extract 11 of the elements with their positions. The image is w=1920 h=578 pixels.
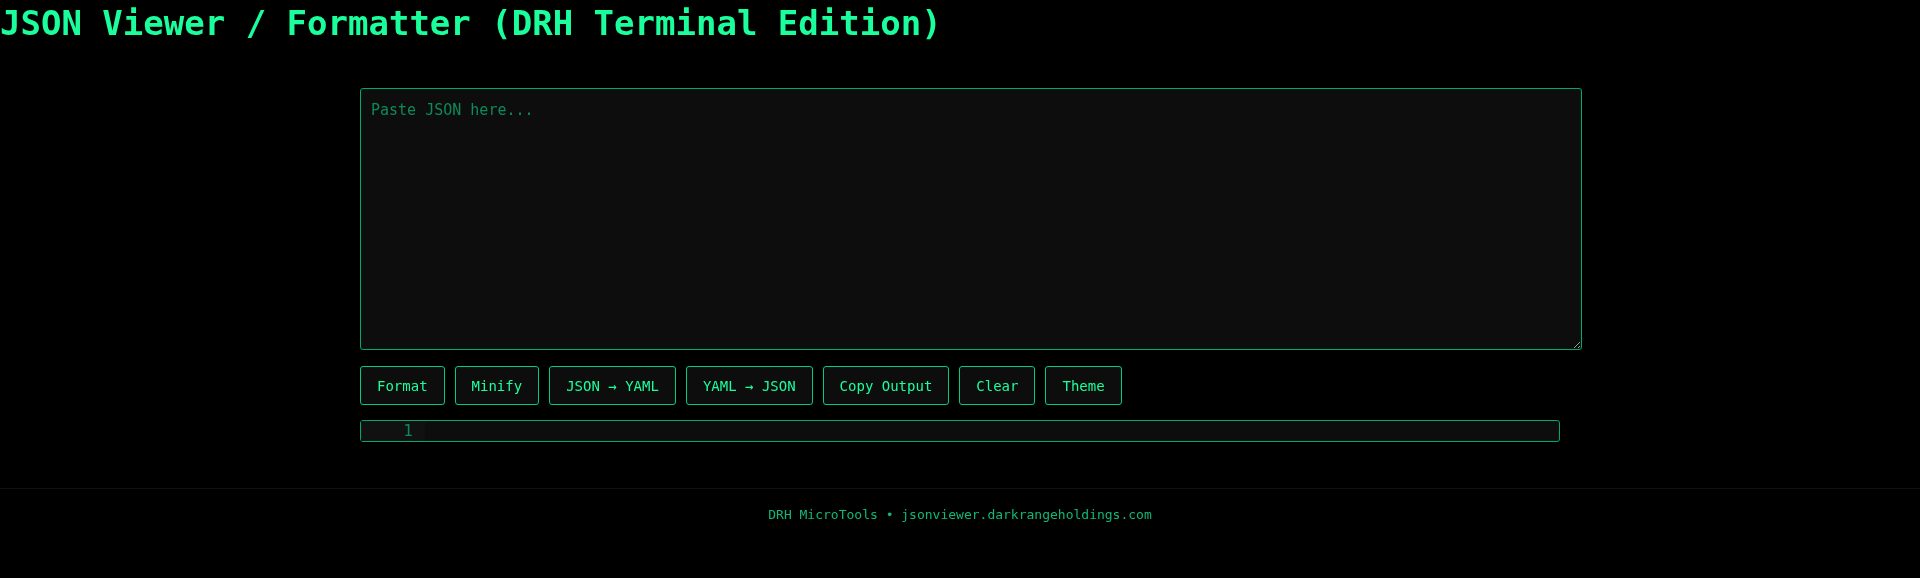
line-number: 1	[403, 421, 413, 441]
toolbar-button[interactable]: YAML → JSON	[685, 366, 813, 405]
toolbar-button[interactable]: Theme	[1045, 366, 1122, 405]
toolbar-button[interactable]: JSON → YAML	[549, 366, 676, 405]
toolbar-button[interactable]: Copy Output	[822, 366, 950, 405]
page-title: JSON Viewer / Formatter (DRH Terminal Edition)	[0, 2, 943, 45]
toolbar-button[interactable]: Minify	[454, 366, 540, 405]
toolbar-button[interactable]: Clear	[959, 366, 1036, 405]
json-input-field[interactable]: Paste JSON here...	[360, 88, 1582, 350]
footer-text: DRH MicroTools • jsonviewer.darkrangeholdings.com	[768, 507, 1152, 522]
toolbar-button[interactable]: Format	[360, 366, 445, 405]
